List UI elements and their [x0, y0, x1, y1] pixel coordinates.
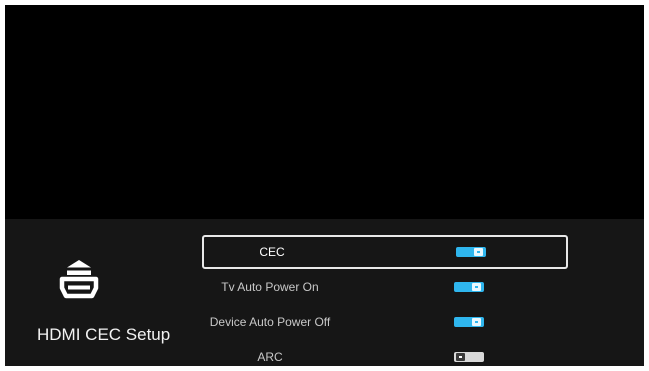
toggle-knob — [474, 248, 483, 256]
cec-toggle[interactable] — [456, 247, 486, 257]
toggle-knob — [456, 353, 465, 361]
device-auto-power-off-toggle[interactable] — [454, 317, 484, 327]
option-row-arc[interactable]: ARC — [202, 340, 568, 366]
option-label: Device Auto Power Off — [209, 315, 331, 329]
option-row-tv-auto-power-on[interactable]: Tv Auto Power On — [202, 270, 568, 304]
section-title: HDMI CEC Setup — [37, 325, 171, 344]
arc-toggle[interactable] — [454, 352, 484, 362]
hdmi-port-icon — [57, 258, 101, 302]
tv-screen: HDMI CEC Setup CEC Tv Auto Power On Devi… — [5, 5, 644, 366]
option-row-cec[interactable]: CEC — [202, 235, 568, 269]
hdmi-cec-settings-panel: HDMI CEC Setup CEC Tv Auto Power On Devi… — [5, 219, 644, 366]
option-label: CEC — [259, 245, 285, 259]
option-label: Tv Auto Power On — [221, 280, 319, 294]
option-row-device-auto-power-off[interactable]: Device Auto Power Off — [202, 305, 568, 339]
option-label: ARC — [257, 350, 283, 364]
toggle-knob — [472, 318, 481, 326]
toggle-knob — [472, 283, 481, 291]
tv-auto-power-on-toggle[interactable] — [454, 282, 484, 292]
